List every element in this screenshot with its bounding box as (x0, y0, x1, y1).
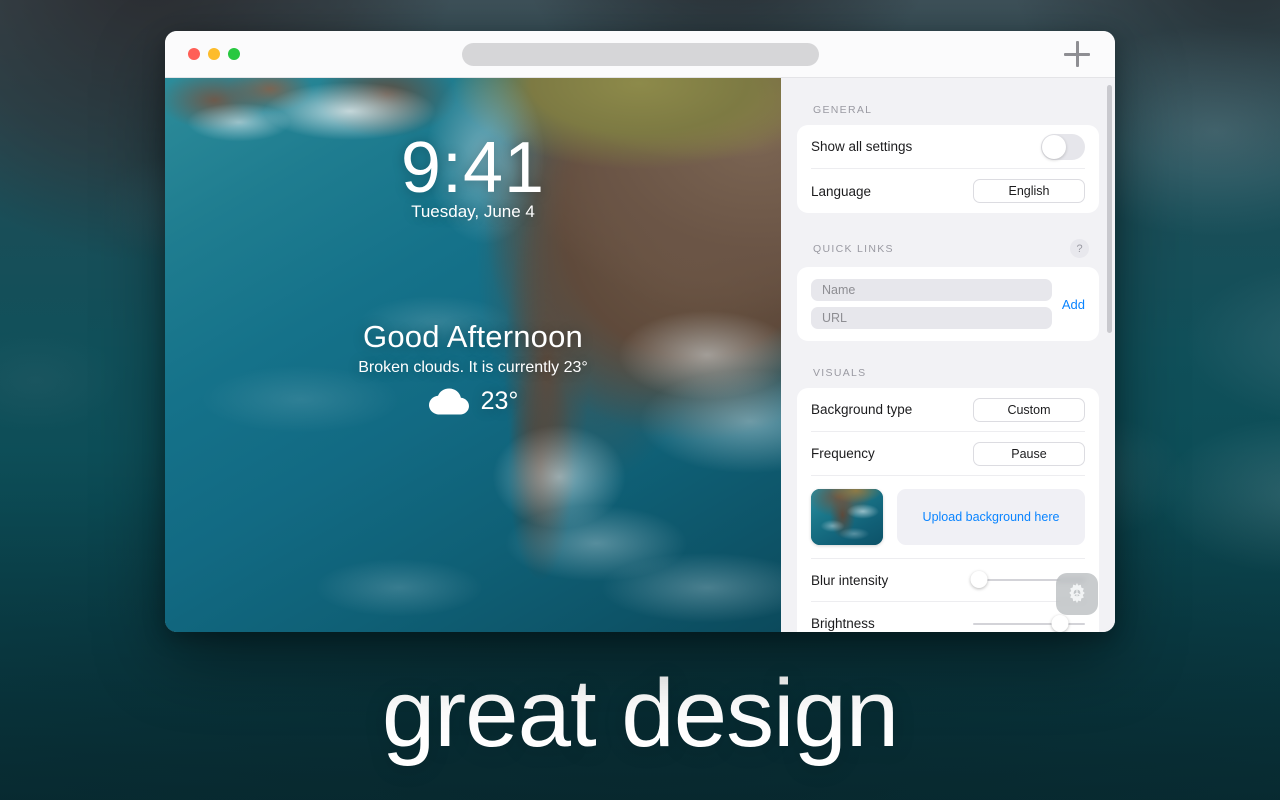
window-body: 9:41 Tuesday, June 4 Good Afternoon Brok… (165, 78, 1115, 632)
row-background-type[interactable]: Background type Custom (811, 388, 1085, 432)
row-blur-intensity[interactable]: Blur intensity (811, 559, 1085, 602)
quick-links-fields (811, 279, 1052, 329)
close-window-button[interactable] (188, 48, 200, 60)
quick-link-name-input[interactable] (811, 279, 1052, 301)
background-type-select[interactable]: Custom (973, 397, 1085, 422)
label-show-all-settings: Show all settings (811, 139, 913, 154)
label-brightness: Brightness (811, 616, 875, 631)
minimize-window-button[interactable] (208, 48, 220, 60)
quick-links-card: Add (797, 267, 1099, 341)
frequency-select[interactable]: Pause (973, 441, 1085, 466)
clock-date: Tuesday, June 4 (411, 202, 535, 221)
settings-scrollbar-thumb[interactable] (1107, 85, 1112, 333)
question-mark-icon[interactable]: ? (1070, 239, 1089, 258)
maximize-window-button[interactable] (228, 48, 240, 60)
settings-scroll-area[interactable]: GENERAL Show all settings Language Engli… (781, 78, 1115, 632)
gear-icon (1069, 582, 1085, 604)
label-frequency: Frequency (811, 446, 875, 461)
weather-temperature: 23° (480, 387, 519, 415)
newtab-widgets: 9:41 Tuesday, June 4 Good Afternoon Brok… (165, 78, 781, 632)
thumbnail-foam (811, 489, 883, 545)
settings-gear-button[interactable] (1056, 573, 1098, 615)
row-language[interactable]: Language English (811, 169, 1085, 213)
background-upload-row: Upload background here (811, 476, 1085, 559)
window-titlebar (165, 31, 1115, 78)
brightness-slider[interactable] (973, 614, 1085, 633)
address-bar-input[interactable] (462, 43, 819, 66)
clock-time: 9:41 (400, 128, 546, 208)
label-blur-intensity: Blur intensity (811, 572, 889, 588)
section-title-general: GENERAL (813, 104, 873, 116)
language-select[interactable]: English (973, 179, 1085, 203)
label-background-type: Background type (811, 402, 913, 417)
section-title-quick-links: QUICK LINKS (813, 242, 894, 255)
section-header-visuals: VISUALS (797, 341, 1099, 388)
browser-window: 9:41 Tuesday, June 4 Good Afternoon Brok… (165, 31, 1115, 632)
traffic-lights (165, 48, 240, 60)
section-header-general: GENERAL (797, 78, 1099, 125)
row-brightness[interactable]: Brightness (811, 602, 1085, 632)
weather-summary[interactable]: 23° (165, 387, 781, 416)
marketing-caption: great design (381, 660, 899, 767)
slider-thumb[interactable] (970, 571, 988, 588)
quick-link-url-input[interactable] (811, 307, 1052, 329)
new-tab-plus-icon[interactable] (1064, 41, 1090, 67)
row-frequency[interactable]: Frequency Pause (811, 432, 1085, 476)
cloud-icon (428, 388, 469, 414)
label-language: Language (811, 183, 872, 199)
weather-condition-text: Broken clouds. It is currently 23° (358, 359, 588, 376)
section-title-visuals: VISUALS (813, 367, 867, 379)
newtab-wallpaper-pane: 9:41 Tuesday, June 4 Good Afternoon Brok… (165, 78, 781, 632)
upload-background-button[interactable]: Upload background here (897, 489, 1085, 545)
visuals-card: Background type Custom Frequency Pause U… (797, 388, 1099, 632)
quick-link-add-button[interactable]: Add (1062, 297, 1085, 312)
slider-thumb[interactable] (1051, 614, 1069, 632)
row-show-all-settings[interactable]: Show all settings (811, 125, 1085, 169)
settings-panel: GENERAL Show all settings Language Engli… (781, 78, 1115, 632)
section-header-quick-links: QUICK LINKS ? (797, 213, 1099, 267)
toggle-knob (1042, 134, 1066, 159)
show-all-settings-toggle[interactable] (1041, 133, 1085, 160)
greeting-text: Good Afternoon (363, 319, 583, 354)
general-card: Show all settings Language English (797, 125, 1099, 213)
background-thumbnail[interactable] (811, 489, 883, 545)
